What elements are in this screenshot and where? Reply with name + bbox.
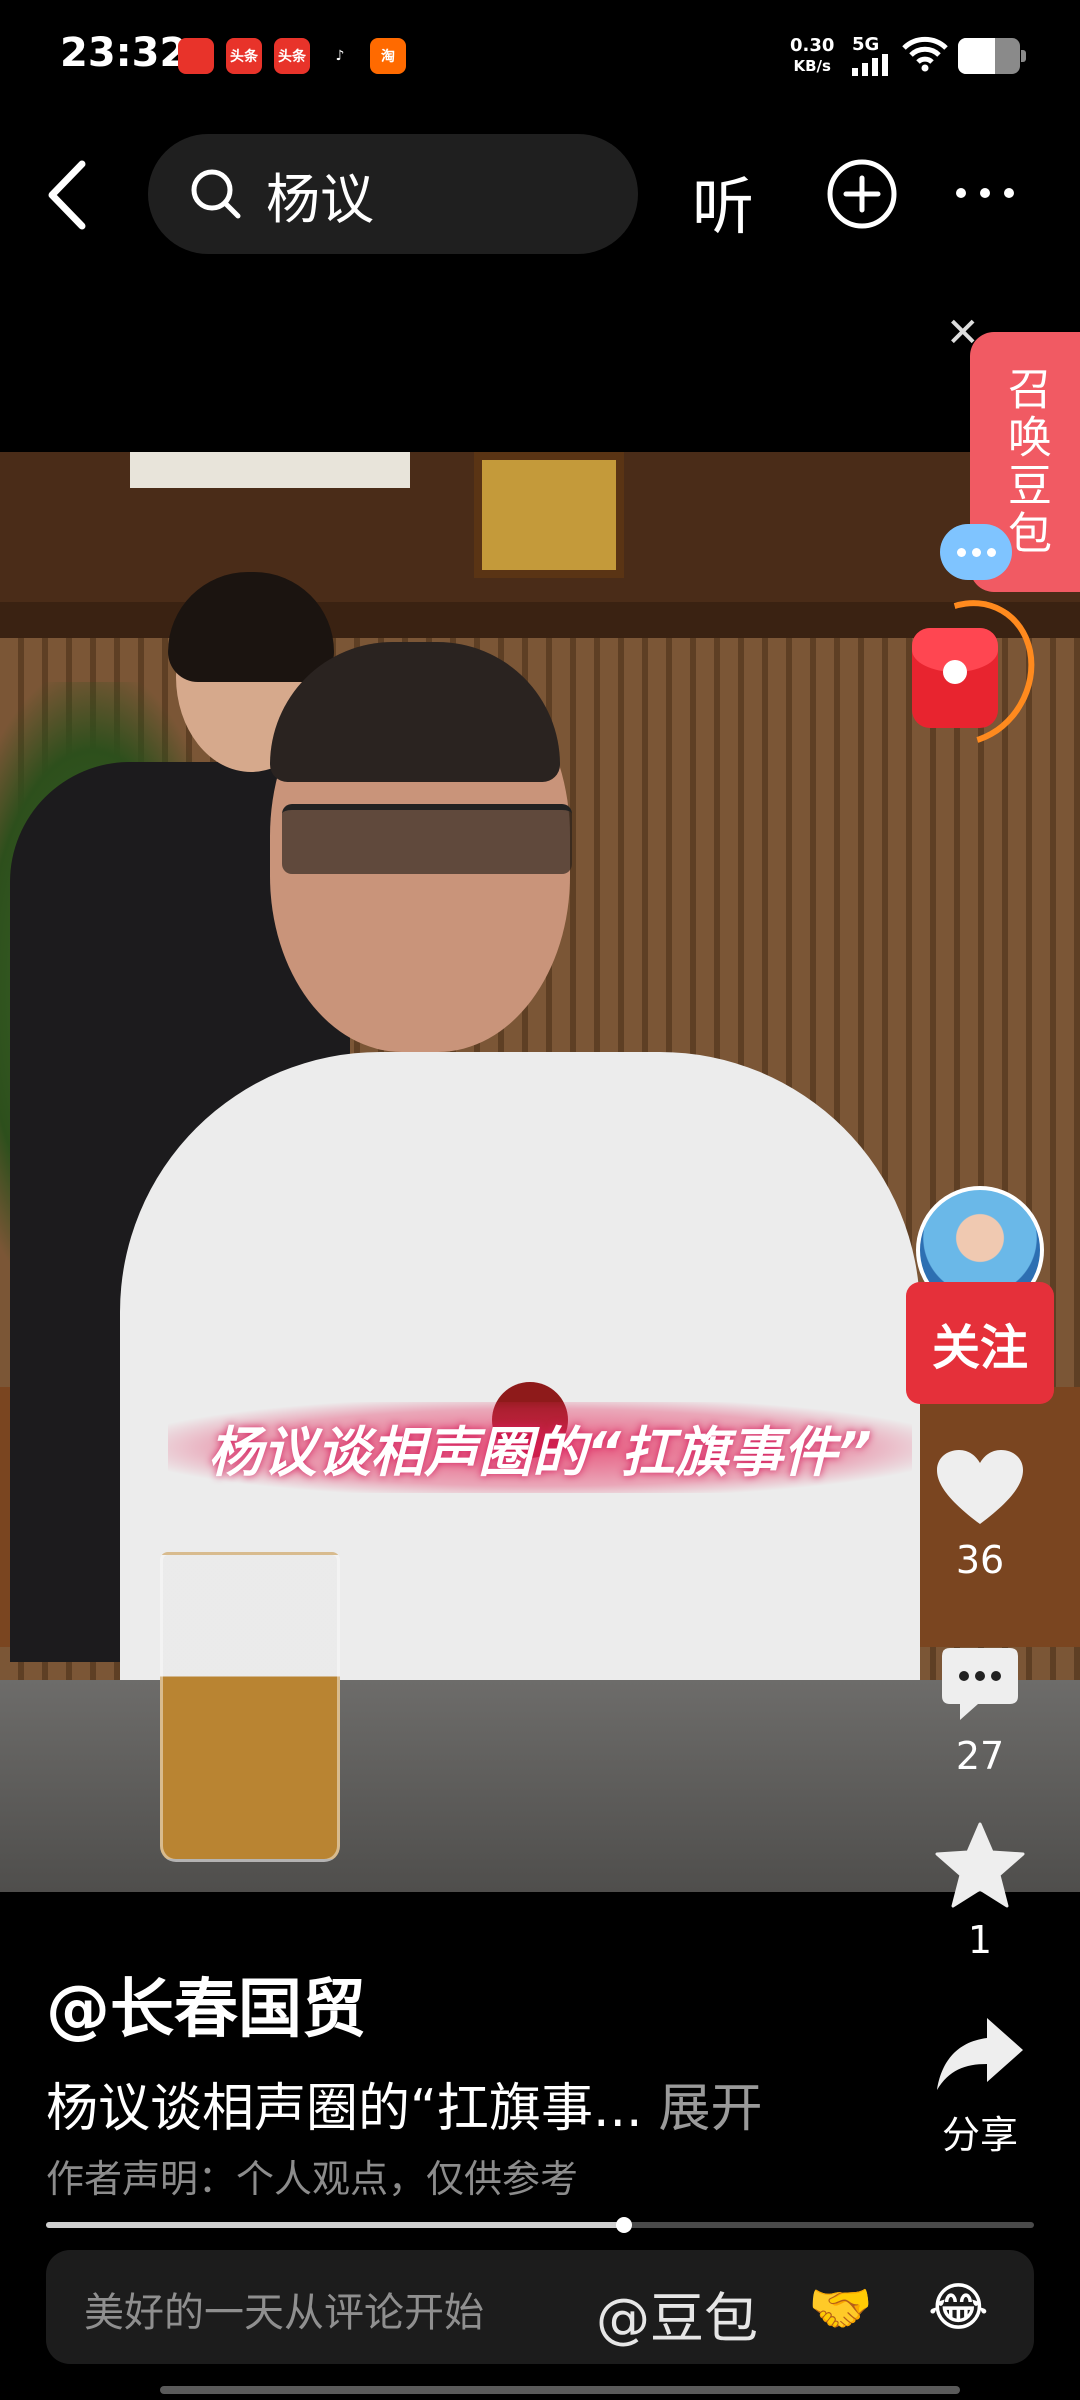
search-input[interactable]: 杨议 [148, 134, 638, 254]
battery-fill [958, 38, 996, 74]
share-icon [937, 2018, 1023, 2090]
wifi-icon [902, 36, 948, 72]
author-statement: 作者声明：个人观点，仅供参考 [46, 2157, 579, 2201]
battery-icon [958, 38, 1026, 74]
back-button[interactable] [44, 150, 104, 240]
notification-icons: 头条 头条 ♪ 淘 [178, 38, 406, 74]
favorite-count: 1 [967, 1918, 993, 1962]
net-speed-value: 0.30 [790, 35, 835, 56]
more-options-icon[interactable] [956, 188, 1014, 198]
chevron-left-icon [48, 160, 86, 230]
comment-placeholder: 美好的一天从评论开始 [84, 2290, 484, 2336]
toutiao-icon: 头条 [274, 38, 310, 74]
listen-button[interactable]: 听 [692, 156, 754, 246]
chat-bubble-icon[interactable] [940, 524, 1012, 580]
app-red-icon [178, 38, 214, 74]
video-description: 杨议谈相声圈的“扛旗事... 展开 [46, 2079, 763, 2139]
add-icon[interactable] [826, 158, 898, 230]
status-time: 23:32 [60, 30, 188, 76]
star-icon [935, 1822, 1025, 1908]
signal-icon [852, 54, 888, 76]
comment-input[interactable]: 美好的一天从评论开始 @豆包 🤝 😂 [46, 2250, 1034, 2364]
laugh-emoji-button[interactable]: 😂 [928, 2278, 989, 2338]
expand-link[interactable]: 展开 [659, 2079, 763, 2139]
red-packet-icon[interactable] [912, 628, 998, 728]
progress-played [46, 2222, 624, 2228]
app-screen: 23:32 头条 头条 ♪ 淘 0.30 KB/s 5G 杨议 听 杨议谈相声圈… [0, 0, 1080, 2400]
net-speed: 0.30 KB/s [790, 36, 834, 76]
tea-glass [160, 1552, 340, 1862]
like-button[interactable]: 36 [906, 1448, 1054, 1582]
comment-count: 27 [955, 1734, 1005, 1778]
comment-button[interactable]: 27 [906, 1644, 1054, 1778]
status-bar: 23:32 头条 头条 ♪ 淘 0.30 KB/s 5G [0, 0, 1080, 110]
toutiao-icon: 头条 [226, 38, 262, 74]
mention-doubao-button[interactable]: @豆包 [596, 2274, 758, 2353]
favorite-button[interactable]: 1 [906, 1822, 1054, 1962]
taobao-icon: 淘 [370, 38, 406, 74]
video-progress-bar[interactable] [46, 2217, 1034, 2233]
heart-icon [937, 1450, 1023, 1524]
progress-knob[interactable] [615, 2217, 632, 2233]
tiktok-icon: ♪ [322, 38, 358, 74]
share-button[interactable]: 分享 [906, 2014, 1054, 2159]
handshake-emoji-button[interactable]: 🤝 [808, 2278, 873, 2339]
like-count: 36 [955, 1538, 1005, 1582]
network-type: 5G [852, 34, 880, 55]
search-icon [191, 169, 241, 219]
home-indicator [160, 2386, 960, 2394]
comment-icon [942, 1648, 1018, 1720]
search-query: 杨议 [266, 167, 374, 231]
share-label: 分享 [941, 2113, 1018, 2157]
author-name[interactable]: @长春国贸 [46, 1958, 366, 2050]
net-speed-unit: KB/s [793, 57, 831, 75]
follow-button[interactable]: 关注 [906, 1282, 1054, 1404]
